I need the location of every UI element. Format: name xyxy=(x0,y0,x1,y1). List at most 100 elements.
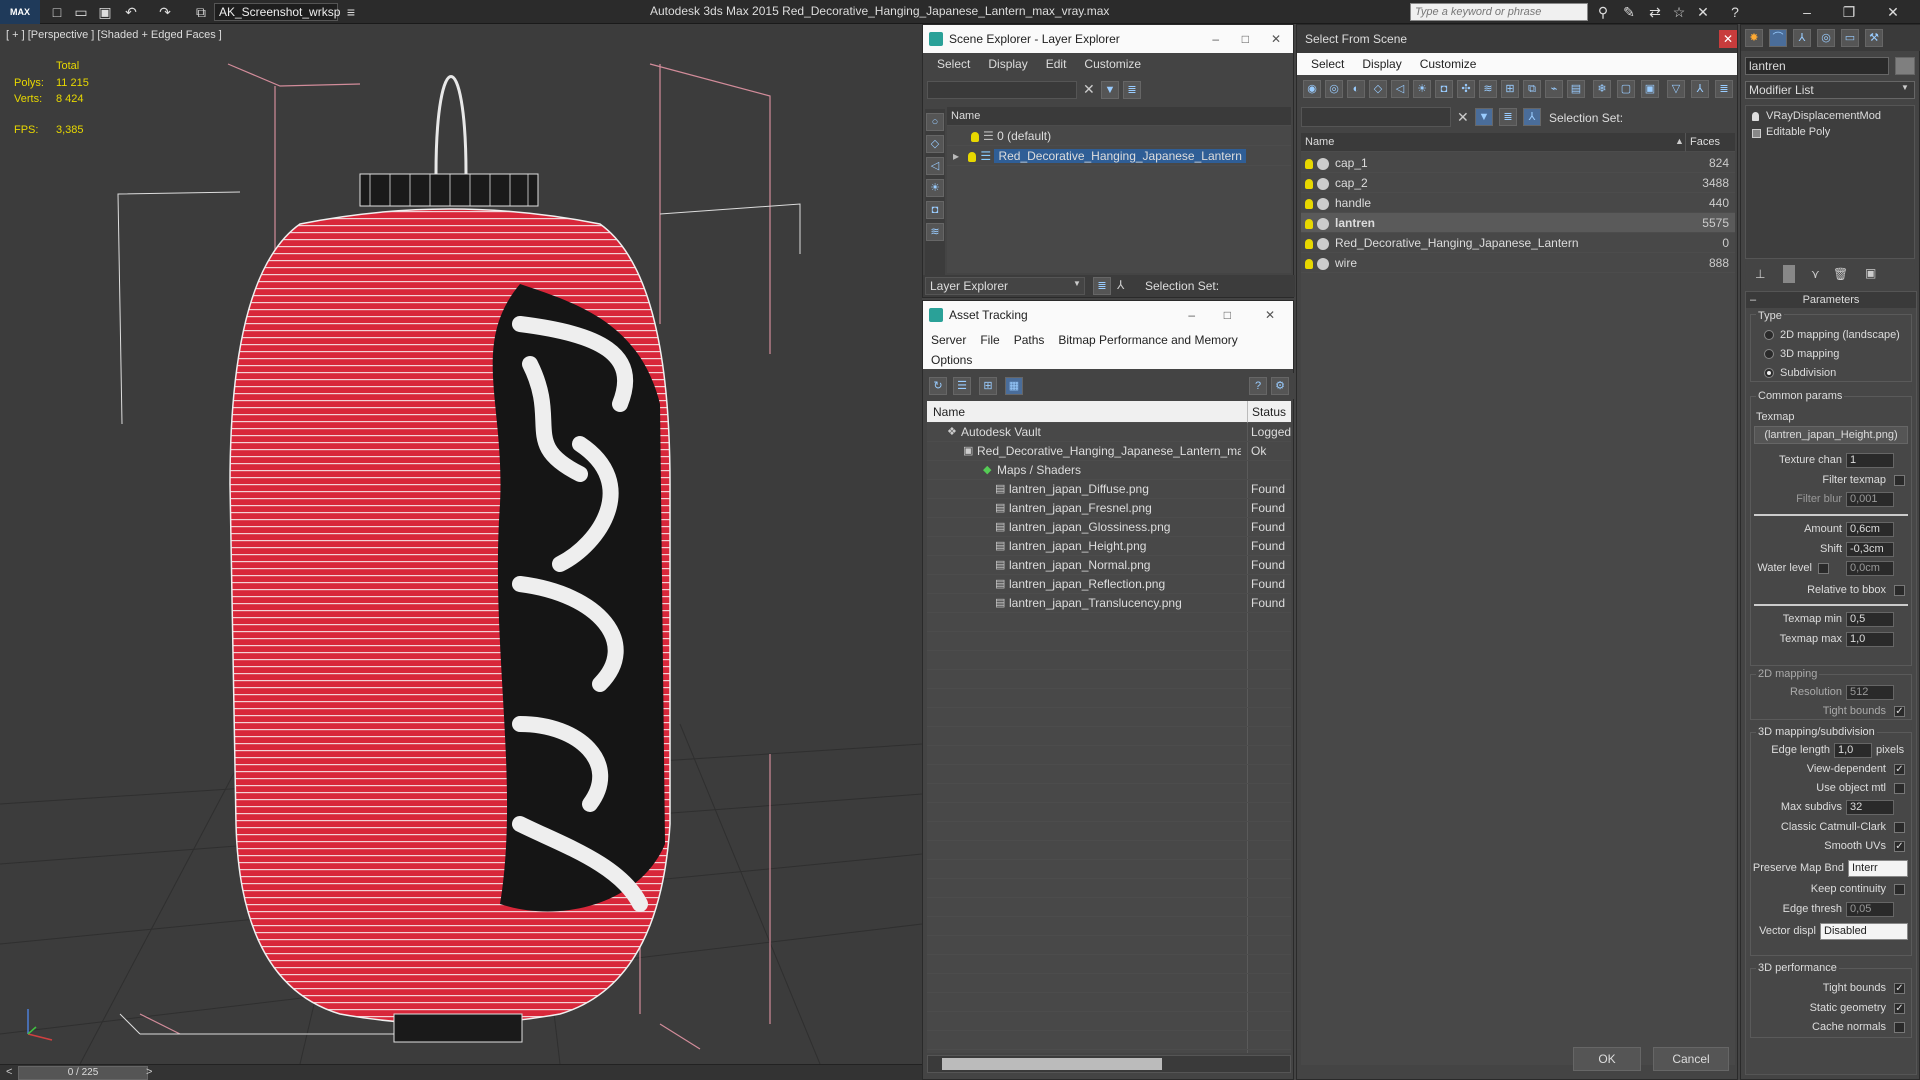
minimize-icon[interactable]: – xyxy=(1798,3,1816,21)
lightbulb-icon[interactable] xyxy=(1752,112,1759,121)
filter-texmap-checkbox[interactable] xyxy=(1894,475,1905,486)
resolution-spinner[interactable]: 512 xyxy=(1846,685,1894,700)
column-header-faces[interactable]: Faces xyxy=(1685,133,1735,152)
visibility-bulb-icon[interactable] xyxy=(968,151,977,162)
display-containers-icon[interactable]: ▤ xyxy=(1567,80,1585,98)
menu-paths[interactable]: Paths xyxy=(1014,333,1045,347)
modify-tab-icon[interactable]: ⌒ xyxy=(1769,29,1787,47)
asset-row[interactable]: ▤ lantren_japan_Reflection.png Found xyxy=(927,575,1291,594)
chevron-down-icon[interactable]: ▼ xyxy=(1901,83,1909,92)
menu-server[interactable]: Server xyxy=(931,333,966,347)
texmap-button[interactable]: (lantren_japan_Height.png) xyxy=(1754,426,1908,444)
use-object-mtl-checkbox[interactable] xyxy=(1894,783,1905,794)
vector-displ-dropdown[interactable]: Disabled xyxy=(1820,923,1908,940)
display-lights-icon[interactable]: ☀ xyxy=(1413,80,1431,98)
pin-stack-icon[interactable]: ⊥ xyxy=(1755,267,1765,281)
maximize-icon[interactable]: □ xyxy=(1242,25,1249,53)
display-geometry-icon[interactable]: ◇ xyxy=(926,135,944,153)
tools-icon[interactable]: ✎ xyxy=(1620,3,1638,21)
expand-arrow-icon[interactable]: ▸ xyxy=(953,149,962,163)
smooth-uvs-checkbox[interactable]: ✓ xyxy=(1894,841,1905,852)
project-icon[interactable]: ⧉ xyxy=(192,3,210,21)
display-helpers-icon[interactable]: ✣ xyxy=(1457,80,1475,98)
hierarchy-tab-icon[interactable]: ⅄ xyxy=(1793,29,1811,47)
select-all-icon[interactable]: ◉ xyxy=(1303,80,1321,98)
visibility-bulb-icon[interactable] xyxy=(1305,198,1313,209)
menu-bitmap-performance[interactable]: Bitmap Performance and Memory xyxy=(1058,333,1237,347)
object-color-swatch[interactable] xyxy=(1895,57,1915,75)
workspace-dropdown[interactable]: AK_Screenshot_wrksp xyxy=(214,3,340,21)
hierarchy-icon[interactable]: ⅄ xyxy=(1117,278,1124,292)
texmap-min-spinner[interactable]: 0,5 xyxy=(1846,612,1894,627)
cache-normals-checkbox[interactable] xyxy=(1894,1022,1905,1033)
modifier-list-dropdown[interactable]: Modifier List xyxy=(1745,81,1915,99)
menu-select[interactable]: Select xyxy=(937,57,970,71)
help-icon[interactable]: ? xyxy=(1249,377,1267,395)
select-filter-input[interactable] xyxy=(1301,107,1451,127)
select-invert-icon[interactable]: ◐ xyxy=(1347,80,1365,98)
filter-icon[interactable]: ▽ xyxy=(1667,80,1685,98)
filter-toggle-icon[interactable]: ▼ xyxy=(1475,108,1493,126)
column-header-status[interactable]: Status xyxy=(1247,401,1291,423)
filter-icon[interactable]: ▼ xyxy=(1101,81,1119,99)
collapse-icon[interactable]: – xyxy=(1750,292,1756,308)
radio-subdivision[interactable] xyxy=(1764,368,1774,378)
app-logo[interactable]: MAX xyxy=(0,0,40,24)
scene-object-row[interactable]: handle 440 xyxy=(1301,193,1735,213)
horizontal-scrollbar[interactable] xyxy=(927,1055,1291,1073)
asset-row[interactable]: ▤ lantren_japan_Translucency.png Found xyxy=(927,594,1291,613)
menu-customize[interactable]: Customize xyxy=(1084,57,1141,71)
max-subdivs-spinner[interactable]: 32 xyxy=(1846,800,1894,815)
classic-cc-checkbox[interactable] xyxy=(1894,822,1905,833)
display-all-icon[interactable]: ▣ xyxy=(1641,80,1659,98)
texmap-max-spinner[interactable]: 1,0 xyxy=(1846,632,1894,647)
visibility-bulb-icon[interactable] xyxy=(1305,178,1313,189)
menu-display[interactable]: Display xyxy=(1362,57,1401,71)
menu-file[interactable]: File xyxy=(980,333,999,347)
edge-length-spinner[interactable]: 1,0 xyxy=(1834,743,1872,758)
asset-row[interactable]: ▤ lantren_japan_Normal.png Found xyxy=(927,556,1291,575)
scene-object-row[interactable]: lantren 5575 xyxy=(1301,213,1735,233)
remove-modifier-icon[interactable]: 🗑 xyxy=(1833,267,1848,281)
hierarchy-icon[interactable]: ⅄ xyxy=(1691,80,1709,98)
minimize-icon[interactable]: – xyxy=(1188,301,1195,329)
asset-row[interactable]: ❖ Autodesk Vault Logged xyxy=(927,423,1291,442)
scene-object-row[interactable]: wire 888 xyxy=(1301,253,1735,273)
asset-row[interactable]: ▤ lantren_japan_Glossiness.png Found xyxy=(927,518,1291,537)
menu-edit[interactable]: Edit xyxy=(1046,57,1067,71)
display-shapes-icon[interactable]: ◁ xyxy=(926,157,944,175)
restore-icon[interactable]: ❐ xyxy=(1840,3,1858,21)
object-name-field[interactable]: lantren xyxy=(1745,57,1889,75)
hierarchy-toggle-icon[interactable]: ⅄ xyxy=(1523,108,1541,126)
close-icon[interactable]: ✕ xyxy=(1271,25,1281,53)
preserve-map-dropdown[interactable]: Interr xyxy=(1848,860,1908,877)
make-unique-icon[interactable]: ⋎ xyxy=(1811,267,1820,281)
redo-icon[interactable]: ↷ xyxy=(156,3,174,21)
close-icon[interactable]: ✕ xyxy=(1265,301,1275,329)
modifier-stack-item[interactable]: VRayDisplacementMod xyxy=(1746,110,1914,126)
tight-bounds-checkbox[interactable]: ✓ xyxy=(1894,706,1905,717)
display-none-icon[interactable]: ○ xyxy=(926,113,944,131)
visibility-bulb-icon[interactable] xyxy=(971,131,979,142)
scrollbar-thumb[interactable] xyxy=(942,1058,1162,1070)
utilities-tab-icon[interactable]: ⚒ xyxy=(1865,29,1883,47)
view-dependent-checkbox[interactable]: ✓ xyxy=(1894,764,1905,775)
filter-blur-spinner[interactable]: 0,001 xyxy=(1846,492,1894,507)
asset-row[interactable]: ▤ lantren_japan_Diffuse.png Found xyxy=(927,480,1291,499)
binoculars-icon[interactable]: ⚲ xyxy=(1594,3,1612,21)
menu-display[interactable]: Display xyxy=(988,57,1027,71)
explorer-type-dropdown[interactable]: Layer Explorer xyxy=(925,277,1085,295)
display-cameras-icon[interactable]: ◘ xyxy=(1435,80,1453,98)
star-icon[interactable]: ☆ xyxy=(1670,3,1688,21)
display-bones-icon[interactable]: ⌁ xyxy=(1545,80,1563,98)
visibility-bulb-icon[interactable] xyxy=(1305,158,1313,169)
layers-icon[interactable]: ≣ xyxy=(1715,80,1733,98)
refresh-icon[interactable]: ↻ xyxy=(929,377,947,395)
water-level-checkbox[interactable] xyxy=(1818,563,1829,574)
time-next-button[interactable]: > xyxy=(146,1066,152,1078)
asset-row[interactable]: ▤ lantren_japan_Fresnel.png Found xyxy=(927,499,1291,518)
tree-view-icon[interactable]: ⊞ xyxy=(979,377,997,395)
asset-row[interactable]: ▤ lantren_japan_Height.png Found xyxy=(927,537,1291,556)
asset-row[interactable]: ◆ Maps / Shaders xyxy=(927,461,1291,480)
clear-filter-icon[interactable]: ✕ xyxy=(1457,109,1469,126)
